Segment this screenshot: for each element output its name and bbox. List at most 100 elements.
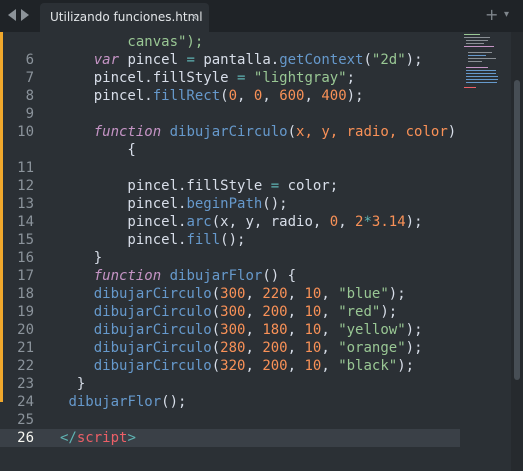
- minimap-line: [464, 37, 490, 38]
- code-line[interactable]: dibujarCirculo(300, 200, 10, "red");: [60, 303, 398, 321]
- tab-menu-icon[interactable]: ▾: [504, 8, 509, 22]
- code-line[interactable]: pincel.fillRect(0, 0, 600, 400);: [60, 87, 364, 105]
- code-token: ();: [262, 196, 288, 212]
- tab-bar: Utilizando funciones.html × + ▾: [0, 0, 523, 32]
- line-number: [0, 141, 34, 159]
- line-number: 12: [17, 178, 34, 194]
- minimap-line: [466, 79, 498, 80]
- minimap-line: [466, 67, 488, 68]
- line-number: 15: [17, 232, 34, 248]
- code-line[interactable]: pincel.beginPath();: [60, 195, 288, 213]
- code-token: "red": [338, 304, 381, 320]
- code-token: 10: [304, 286, 322, 302]
- minimap-line: [468, 55, 486, 56]
- code-line[interactable]: </script>: [60, 429, 136, 447]
- code-token: ,: [321, 358, 339, 374]
- code-token: );: [405, 214, 423, 230]
- code-token: =: [270, 178, 280, 194]
- code-editor[interactable]: 6 7 8 9 10 11 12 13 14 15 16 17 18 19 20 21 22 23 24 25 26 c…: [0, 32, 460, 471]
- nav-back-icon[interactable]: [8, 9, 17, 21]
- tab-title: Utilizando funciones.html: [50, 10, 203, 24]
- code-line[interactable]: var pincel = pantalla.getContext("2d");: [60, 51, 423, 69]
- code-line[interactable]: pincel.arc(x, y, radio, 0, 2*3.14);: [60, 213, 423, 231]
- code-token: >: [127, 430, 136, 446]
- code-token: pincel.fillStyle: [60, 178, 271, 194]
- code-token: pincel.fillStyle: [60, 70, 238, 86]
- minimap-line: [466, 40, 488, 41]
- code-token: 0: [228, 88, 238, 104]
- minimap[interactable]: [462, 32, 510, 92]
- line-number: 24: [17, 394, 34, 410]
- close-icon[interactable]: ×: [190, 12, 199, 24]
- code-line[interactable]: dibujarCirculo(300, 180, 10, "yellow");: [60, 321, 423, 339]
- code-line[interactable]: dibujarFlor();: [60, 393, 186, 411]
- code-token: pincel.: [60, 214, 187, 230]
- code-token: ,: [245, 358, 263, 374]
- vertical-scrollbar[interactable]: [511, 32, 523, 471]
- code-token: pincel.: [60, 88, 153, 104]
- code-line[interactable]: }: [60, 375, 85, 393]
- code-token: "yellow": [338, 322, 406, 338]
- code-token: ,: [245, 286, 263, 302]
- code-token: ,: [321, 286, 339, 302]
- line-number: 8: [25, 88, 34, 104]
- code-token: getContext: [279, 52, 364, 68]
- code-line[interactable]: pincel.fillStyle = "lightgray";: [60, 69, 355, 87]
- code-token: ,: [287, 322, 305, 338]
- line-number: 25: [17, 412, 34, 428]
- minimap-line: [466, 43, 484, 44]
- code-token: ,: [262, 88, 280, 104]
- code-token: "2d": [371, 52, 406, 68]
- code-token: ): [447, 124, 457, 140]
- minimap-line: [464, 46, 494, 47]
- nav-forward-icon[interactable]: [20, 9, 29, 21]
- code-line[interactable]: function dibujarCirculo(x, y, radio, col…: [60, 123, 456, 141]
- code-line[interactable]: }: [60, 249, 102, 267]
- code-token: ,: [245, 340, 263, 356]
- code-token: 300: [220, 322, 246, 338]
- code-token: (: [287, 124, 297, 140]
- code-token: );: [388, 286, 406, 302]
- code-token: dibujarFlor: [169, 268, 263, 284]
- code-line[interactable]: dibujarCirculo(280, 200, 10, "orange");: [60, 339, 423, 357]
- new-tab-icon[interactable]: +: [485, 6, 498, 24]
- code-token: );: [405, 322, 423, 338]
- line-number: 22: [17, 358, 34, 374]
- code-line[interactable]: canvas");: [60, 33, 203, 51]
- code-line[interactable]: dibujarCirculo(300, 220, 10, "blue");: [60, 285, 406, 303]
- code-token: arc: [186, 214, 212, 230]
- code-token: script: [76, 430, 128, 446]
- code-token: }: [60, 250, 103, 266]
- code-token: );: [405, 52, 423, 68]
- code-token: ,: [287, 340, 305, 356]
- code-token: beginPath: [186, 196, 263, 212]
- minimap-line: [466, 76, 498, 77]
- scrollbar-thumb[interactable]: [514, 80, 520, 380]
- code-line[interactable]: function dibujarFlor() {: [60, 267, 296, 285]
- code-line[interactable]: dibujarCirculo(320, 200, 10, "black");: [60, 357, 414, 375]
- code-token: 320: [220, 358, 246, 374]
- code-token: "orange": [338, 340, 406, 356]
- code-token: function: [93, 124, 162, 140]
- code-token: (: [211, 304, 221, 320]
- code-token: fillRect: [152, 88, 221, 104]
- minimap-line: [468, 58, 496, 59]
- code-token: ,: [338, 214, 356, 230]
- tab-file[interactable]: Utilizando funciones.html ×: [40, 3, 209, 32]
- editor-window: Utilizando funciones.html × + ▾ 6 7 8 9 10 11…: [0, 0, 523, 471]
- minimap-line: [468, 61, 482, 62]
- code-line[interactable]: {: [60, 141, 135, 159]
- code-token: *: [363, 214, 372, 230]
- code-token: (: [211, 358, 221, 374]
- code-token: canvas");: [60, 34, 204, 50]
- code-token: }: [60, 376, 86, 392]
- code-token: );: [380, 304, 398, 320]
- code-line[interactable]: pincel.fillStyle = color;: [60, 177, 338, 195]
- code-token: () {: [262, 268, 297, 284]
- code-token: pincel.: [60, 196, 187, 212]
- code-token: (: [211, 340, 221, 356]
- code-line[interactable]: pincel.fill();: [60, 231, 245, 249]
